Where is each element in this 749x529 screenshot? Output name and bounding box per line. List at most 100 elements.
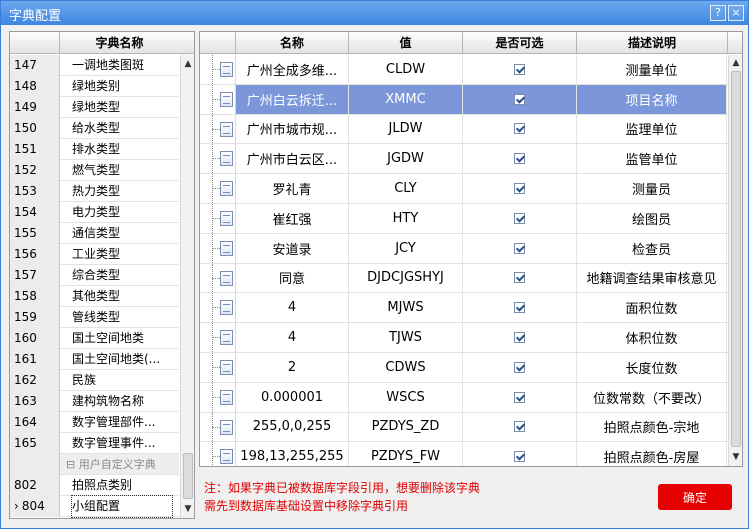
dictionary-list-item[interactable]: 164 数字管理部件... [10,412,179,433]
cell-description[interactable]: 拍照点颜色-宗地 [577,412,727,442]
cell-description[interactable]: 项目名称 [577,84,727,114]
dictionary-list-item[interactable]: 157 综合类型 [10,265,179,286]
cell-name[interactable]: 4 [236,293,349,323]
cell-value[interactable]: CLY [349,174,463,203]
selectable-checkbox[interactable] [514,302,525,314]
custom-dictionary-group[interactable]: ⊟ 用户自定义字典 [10,454,179,475]
cell-value[interactable]: DJDCJGSHYJ [349,263,463,293]
items-table-scrollbar[interactable]: ▲ ▼ [728,55,742,466]
cell-value[interactable]: CLDW [349,55,463,84]
cell-value[interactable]: PZDYS_FW [349,442,463,466]
cell-description[interactable]: 地籍调查结果审核意见 [577,263,727,293]
selectable-checkbox[interactable] [514,153,525,165]
dictionary-list-item[interactable]: 161 国土空间地类(... [10,349,179,370]
dictionary-list-item[interactable]: 160 国土空间地类 [10,328,179,349]
dictionary-list-scrollbar[interactable]: ▲ ▼ [180,55,194,518]
cell-name[interactable]: 安道录 [236,233,349,263]
dictionary-list-item[interactable]: 153 热力类型 [10,181,179,202]
dictionary-list-item[interactable]: 163 建构筑物名称 [10,391,179,412]
table-row[interactable]: 广州白云拆迁... XMMC 项目名称 [200,84,728,115]
cell-description[interactable]: 监管单位 [577,144,727,174]
table-row[interactable]: 同意 DJDCJGSHYJ 地籍调查结果审核意见 [200,263,728,294]
table-row[interactable]: 198,13,255,255 PZDYS_FW 拍照点颜色-房屋 [200,442,728,466]
cell-description[interactable]: 绘图员 [577,203,727,233]
selectable-checkbox[interactable] [514,183,525,195]
table-row[interactable]: 崔红强 HTY 绘图员 [200,203,728,234]
cell-description[interactable]: 体积位数 [577,323,727,352]
selectable-checkbox[interactable] [514,391,525,403]
cell-description[interactable]: 面积位数 [577,293,727,323]
table-row[interactable]: 0.000001 WSCS 位数常数（不要改） [200,382,728,413]
scroll-down-icon[interactable]: ▼ [182,502,194,516]
selectable-checkbox[interactable] [514,421,525,433]
cell-name[interactable]: 广州全成多维... [236,55,349,84]
dictionary-list-item[interactable]: 802 拍照点类别 [10,475,179,496]
scroll-up-icon[interactable]: ▲ [730,56,742,70]
cell-value[interactable]: HTY [349,203,463,233]
scroll-thumb[interactable] [183,453,193,499]
dictionary-list-item[interactable]: 149 绿地类型 [10,97,179,118]
table-row[interactable]: 广州市白云区... JGDW 监管单位 [200,144,728,175]
selectable-checkbox[interactable] [514,361,525,373]
dictionary-list-item[interactable]: 147 一调地类图斑 [10,55,179,76]
dictionary-list-item[interactable]: 158 其他类型 [10,286,179,307]
dictionary-list-item[interactable]: › 804 小组配置 [10,495,179,518]
scroll-down-icon[interactable]: ▼ [730,450,742,464]
cell-name[interactable]: 0.000001 [236,382,349,412]
cell-name[interactable]: 崔红强 [236,203,349,233]
dictionary-list-item[interactable]: 162 民族 [10,370,179,391]
cell-name[interactable]: 广州市白云区... [236,144,349,174]
table-row[interactable]: 广州市城市规... JLDW 监理单位 [200,114,728,145]
cell-value[interactable]: XMMC [349,84,463,114]
selectable-checkbox[interactable] [514,272,525,284]
cell-name[interactable]: 同意 [236,263,349,293]
cell-description[interactable]: 测量员 [577,174,727,203]
cell-value[interactable]: JCY [349,233,463,263]
cell-name[interactable]: 198,13,255,255 [236,442,349,466]
cell-value[interactable]: CDWS [349,352,463,382]
cell-description[interactable]: 拍照点颜色-房屋 [577,442,727,466]
scroll-up-icon[interactable]: ▲ [182,57,194,71]
selectable-checkbox[interactable] [514,242,525,254]
cell-value[interactable]: JLDW [349,114,463,144]
cell-name[interactable]: 255,0,0,255 [236,412,349,442]
table-row[interactable]: 4 TJWS 体积位数 [200,323,728,353]
dictionary-list-item[interactable]: 165 数字管理事件... [10,433,179,454]
cell-value[interactable]: PZDYS_ZD [349,412,463,442]
dictionary-list-item[interactable]: 148 绿地类别 [10,76,179,97]
help-button[interactable]: ? [710,5,726,21]
cell-name[interactable]: 广州市城市规... [236,114,349,144]
table-row[interactable]: 安道录 JCY 检查员 [200,233,728,264]
dictionary-list-item[interactable]: 150 给水类型 [10,118,179,139]
cell-value[interactable]: MJWS [349,293,463,323]
cell-description[interactable]: 检查员 [577,233,727,263]
scroll-thumb[interactable] [731,71,741,447]
cell-value[interactable]: WSCS [349,382,463,412]
cell-name[interactable]: 广州白云拆迁... [236,84,349,114]
cell-value[interactable]: JGDW [349,144,463,174]
selectable-checkbox[interactable] [514,212,525,224]
selectable-checkbox[interactable] [514,63,525,75]
table-row[interactable]: 罗礼青 CLY 测量员 [200,174,728,204]
cell-value[interactable]: TJWS [349,323,463,352]
close-button[interactable]: × [728,5,744,21]
cell-name[interactable]: 2 [236,352,349,382]
dictionary-list-item[interactable]: 154 电力类型 [10,202,179,223]
selectable-checkbox[interactable] [514,451,525,463]
dictionary-list-item[interactable]: 151 排水类型 [10,139,179,160]
cell-description[interactable]: 位数常数（不要改） [577,382,727,412]
dictionary-list-item[interactable]: 155 通信类型 [10,223,179,244]
dictionary-list-item[interactable]: 152 燃气类型 [10,160,179,181]
dictionary-list-item[interactable]: 156 工业类型 [10,244,179,265]
selectable-checkbox[interactable] [514,332,525,344]
cell-description[interactable]: 测量单位 [577,55,727,84]
selectable-checkbox[interactable] [514,123,525,135]
cell-description[interactable]: 长度位数 [577,352,727,382]
table-row[interactable]: 255,0,0,255 PZDYS_ZD 拍照点颜色-宗地 [200,412,728,443]
table-row[interactable]: 2 CDWS 长度位数 [200,352,728,383]
selectable-checkbox[interactable] [514,93,525,105]
cell-description[interactable]: 监理单位 [577,114,727,144]
table-row[interactable]: 广州全成多维... CLDW 测量单位 [200,55,728,85]
dictionary-list-item[interactable]: 159 管线类型 [10,307,179,328]
cell-name[interactable]: 罗礼青 [236,174,349,203]
